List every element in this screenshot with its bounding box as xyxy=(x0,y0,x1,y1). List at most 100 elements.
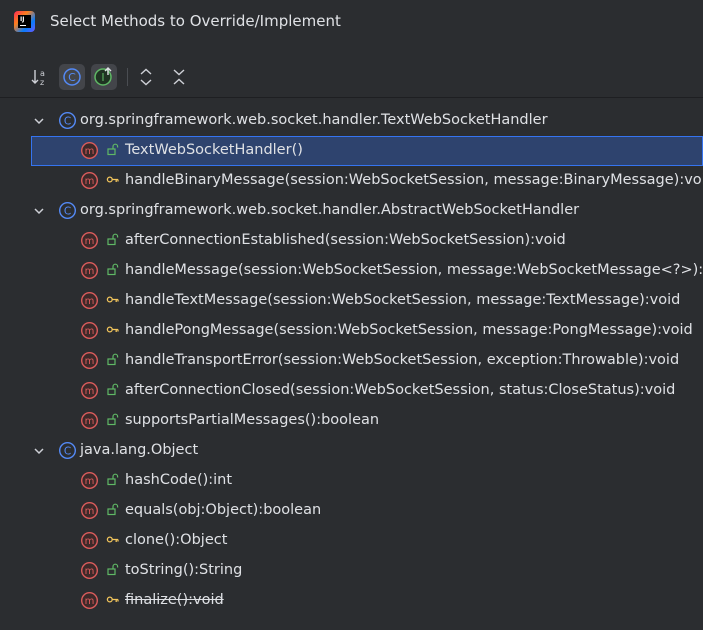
class-icon: C xyxy=(58,441,77,464)
public-unlock-icon xyxy=(106,143,119,160)
svg-text:m: m xyxy=(85,476,95,487)
svg-text:m: m xyxy=(85,416,95,427)
svg-text:m: m xyxy=(85,386,95,397)
method-row[interactable]: m handleTransportError(session:WebSocketS… xyxy=(0,346,703,376)
svg-text:m: m xyxy=(85,296,95,307)
method-icon: m xyxy=(80,351,99,374)
method-signature-label: handleTransportError(session:WebSocketSe… xyxy=(125,352,680,368)
method-signature-label: handleBinaryMessage(session:WebSocketSes… xyxy=(125,172,703,188)
intellij-logo-icon: IJ xyxy=(14,11,35,32)
method-signature-label: toString():String xyxy=(125,562,243,578)
public-unlock-icon xyxy=(106,353,119,370)
method-icon: m xyxy=(80,141,99,164)
method-icon: m xyxy=(80,261,99,284)
class-icon: C xyxy=(63,68,81,86)
class-group-row[interactable]: Corg.springframework.web.socket.handler.… xyxy=(0,106,703,136)
method-row[interactable]: m finalize():void xyxy=(0,586,703,616)
class-name-label: org.springframework.web.socket.handler.T… xyxy=(80,112,548,128)
method-icon: m xyxy=(80,501,99,524)
svg-text:m: m xyxy=(85,326,95,337)
method-row[interactable]: m handleTextMessage(session:WebSocketSess… xyxy=(0,286,703,316)
collapse-all-icon xyxy=(173,69,185,85)
chevron-down-icon[interactable] xyxy=(32,114,46,132)
svg-text:a: a xyxy=(40,69,45,78)
public-unlock-icon xyxy=(106,233,119,250)
method-row[interactable]: m supportsPartialMessages():boolean xyxy=(0,406,703,436)
expand-all-button[interactable] xyxy=(133,64,159,90)
svg-text:z: z xyxy=(40,78,44,87)
class-name-label: org.springframework.web.socket.handler.A… xyxy=(80,202,580,218)
method-row[interactable]: m TextWebSocketHandler() xyxy=(31,136,703,166)
expand-all-icon xyxy=(140,68,152,86)
method-row[interactable]: m handleMessage(session:WebSocketSession,… xyxy=(0,256,703,286)
show-interfaces-button[interactable]: I xyxy=(91,64,117,90)
method-row[interactable]: m toString():String xyxy=(0,556,703,586)
methods-tree: Corg.springframework.web.socket.handler.… xyxy=(0,106,703,616)
method-icon: m xyxy=(80,321,99,344)
method-signature-label: afterConnectionEstablished(session:WebSo… xyxy=(125,232,566,248)
public-unlock-icon xyxy=(106,383,119,400)
toolbar: a z C I xyxy=(0,60,703,94)
method-icon: m xyxy=(80,531,99,554)
protected-key-icon xyxy=(106,293,119,310)
method-row[interactable]: m handlePongMessage(session:WebSocketSess… xyxy=(0,316,703,346)
svg-text:m: m xyxy=(85,356,95,367)
svg-text:m: m xyxy=(85,536,95,547)
protected-key-icon xyxy=(106,173,119,190)
class-name-label: java.lang.Object xyxy=(80,442,199,458)
toolbar-divider xyxy=(0,97,703,98)
group-by-class-button[interactable]: C xyxy=(59,64,85,90)
method-row[interactable]: m hashCode():int xyxy=(0,466,703,496)
chevron-down-icon[interactable] xyxy=(32,204,46,222)
toolbar-separator xyxy=(127,68,128,86)
method-signature-label: equals(obj:Object):boolean xyxy=(125,502,322,518)
class-group-row[interactable]: Corg.springframework.web.socket.handler.… xyxy=(0,196,703,226)
public-unlock-icon xyxy=(106,263,119,280)
method-signature-label: hashCode():int xyxy=(125,472,233,488)
method-signature-label: clone():Object xyxy=(125,532,228,548)
protected-key-icon xyxy=(106,533,119,550)
svg-text:m: m xyxy=(85,176,95,187)
public-unlock-icon xyxy=(106,503,119,520)
sort-alphabetically-icon: a z xyxy=(31,69,45,87)
public-unlock-icon xyxy=(106,413,119,430)
method-signature-label: handlePongMessage(session:WebSocketSessi… xyxy=(125,322,693,338)
collapse-all-button[interactable] xyxy=(166,64,192,90)
chevron-down-icon[interactable] xyxy=(32,444,46,462)
method-signature-label: handleTextMessage(session:WebSocketSessi… xyxy=(125,292,681,308)
class-group-row[interactable]: Cjava.lang.Object xyxy=(0,436,703,466)
method-signature-label: supportsPartialMessages():boolean xyxy=(125,412,380,428)
method-row[interactable]: m equals(obj:Object):boolean xyxy=(0,496,703,526)
method-icon: m xyxy=(80,561,99,584)
svg-text:m: m xyxy=(85,506,95,517)
method-icon: m xyxy=(80,171,99,194)
method-signature-label: afterConnectionClosed(session:WebSocketS… xyxy=(125,382,676,398)
class-icon: C xyxy=(58,111,77,134)
method-icon: m xyxy=(80,591,99,614)
method-icon: m xyxy=(80,291,99,314)
class-icon: C xyxy=(58,201,77,224)
svg-text:I: I xyxy=(101,71,104,84)
svg-text:m: m xyxy=(85,266,95,277)
protected-key-icon xyxy=(106,593,119,610)
public-unlock-icon xyxy=(106,563,119,580)
dialog-title: Select Methods to Override/Implement xyxy=(50,12,341,30)
method-row[interactable]: m clone():Object xyxy=(0,526,703,556)
svg-text:C: C xyxy=(64,446,71,458)
method-signature-label: finalize():void xyxy=(125,592,224,608)
protected-key-icon xyxy=(106,323,119,340)
title-bar: IJ Select Methods to Override/Implement xyxy=(0,0,703,44)
interface-implement-icon: I xyxy=(94,67,112,86)
svg-text:m: m xyxy=(85,566,95,577)
svg-text:m: m xyxy=(85,146,95,157)
method-row[interactable]: m afterConnectionClosed(session:WebSocket… xyxy=(0,376,703,406)
method-row[interactable]: m afterConnectionEstablished(session:WebS… xyxy=(0,226,703,256)
sort-alphabetically-button[interactable]: a z xyxy=(27,64,53,90)
method-row[interactable]: m handleBinaryMessage(session:WebSocketSe… xyxy=(0,166,703,196)
svg-text:m: m xyxy=(85,596,95,607)
method-icon: m xyxy=(80,471,99,494)
svg-text:m: m xyxy=(85,236,95,247)
method-icon: m xyxy=(80,411,99,434)
svg-text:C: C xyxy=(64,206,71,218)
svg-text:C: C xyxy=(68,71,76,84)
